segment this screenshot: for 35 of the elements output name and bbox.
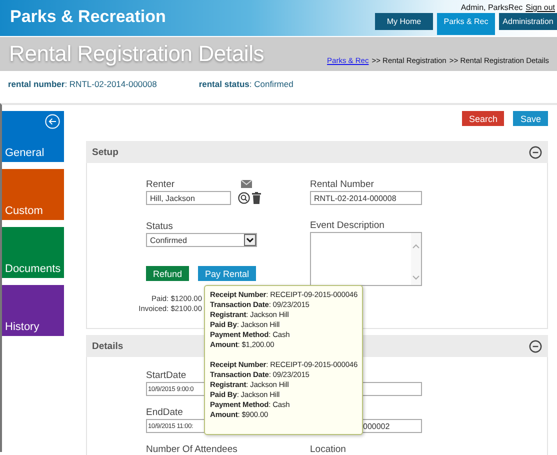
field-label: Renter xyxy=(146,179,175,190)
panel-title: Setup xyxy=(92,146,118,158)
field-label: Status xyxy=(146,221,173,232)
action-button[interactable]: Refund xyxy=(146,266,190,281)
status-dropdown[interactable]: Confirmed xyxy=(146,233,257,247)
sidebar-tile[interactable]: Custom xyxy=(2,169,64,220)
caret-icon xyxy=(244,234,256,246)
panel-title: Details xyxy=(92,340,124,352)
action-button[interactable]: Save xyxy=(513,111,548,126)
nav-tab[interactable]: Administration xyxy=(499,13,557,30)
input-field[interactable]: Hill, Jackson xyxy=(146,191,231,205)
field-label: Rental Number xyxy=(310,179,374,190)
field-label: StartDate xyxy=(146,370,186,381)
field-label: Location xyxy=(310,444,346,455)
nav-tab[interactable]: My Home xyxy=(375,13,433,30)
summary-field: rental status: Confirmed xyxy=(198,79,294,101)
collapse-icon[interactable] xyxy=(529,146,542,158)
nav-tab[interactable]: Parks & Rec xyxy=(437,13,495,35)
field-label: EndDate xyxy=(146,407,183,418)
sign-out-link[interactable]: Sign out xyxy=(526,3,555,12)
user-name: Admin, ParksRec xyxy=(460,3,523,12)
field-label: Event Description xyxy=(310,220,384,231)
sidebar-tile[interactable]: History xyxy=(2,285,64,336)
action-button[interactable]: Pay Rental xyxy=(198,266,256,281)
app-title: Parks & Recreation xyxy=(10,7,166,27)
action-button[interactable]: Search xyxy=(462,111,504,126)
sidebar-tile[interactable]: Documents xyxy=(2,227,64,278)
sidebar-tile[interactable]: General xyxy=(2,111,64,162)
field-label: Number Of Attendees xyxy=(146,444,238,455)
input-field[interactable]: RNTL-02-2014-000008 xyxy=(310,191,422,205)
collapse-icon[interactable] xyxy=(529,340,542,352)
search-icon[interactable] xyxy=(238,192,250,204)
mail-icon[interactable] xyxy=(241,180,252,188)
trash-icon[interactable] xyxy=(252,192,261,204)
summary-field: rental number: RNTL-02-2014-000008 xyxy=(8,79,157,101)
